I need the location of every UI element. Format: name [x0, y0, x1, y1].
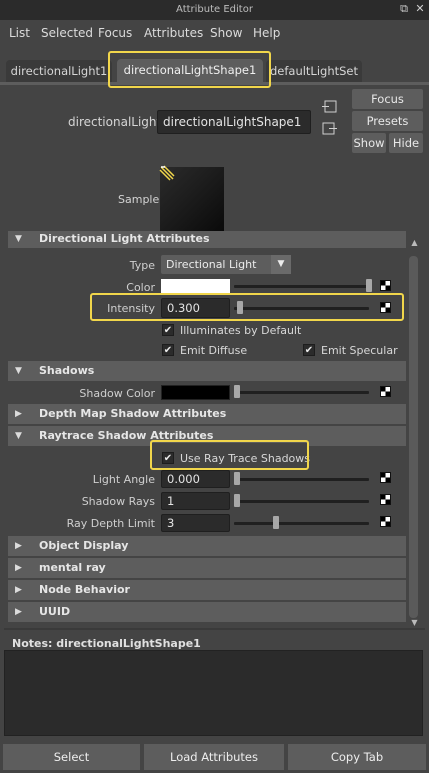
- menu-list[interactable]: List: [9, 26, 30, 40]
- collapsed-arrow-icon: ▶: [15, 563, 22, 573]
- menu-selected[interactable]: Selected: [41, 26, 93, 40]
- section-object-display[interactable]: ▶ Object Display: [8, 536, 406, 556]
- ray-depth-label: Ray Depth Limit: [66, 517, 155, 530]
- copy-tab-button[interactable]: Copy Tab: [288, 744, 426, 770]
- node-name-field[interactable]: directionalLightShape1: [157, 110, 311, 134]
- node-name-label: directionalLight:: [68, 115, 166, 129]
- map-button-color-icon[interactable]: [380, 280, 391, 291]
- collapsed-arrow-icon: ▶: [15, 541, 22, 551]
- emit-specular-label: Emit Specular: [321, 344, 398, 357]
- light-angle-slider-track[interactable]: [234, 478, 369, 481]
- tab-directionalLightShape1[interactable]: directionalLightShape1: [117, 59, 263, 82]
- type-dropdown-value: Directional Light: [166, 258, 257, 271]
- shadow-rays-field[interactable]: 1: [161, 492, 230, 510]
- title-bar: Attribute Editor ⧉ ✕: [0, 0, 429, 20]
- shadow-rays-label: Shadow Rays: [81, 495, 155, 508]
- collapsed-arrow-icon: ▶: [15, 607, 22, 617]
- section-uuid[interactable]: ▶ UUID: [8, 602, 406, 622]
- color-swatch[interactable]: [161, 279, 230, 294]
- float-icon[interactable]: ⧉: [398, 3, 410, 15]
- shadow-rays-slider-track[interactable]: [234, 500, 369, 503]
- section-directional-light[interactable]: ▼ Directional Light Attributes: [8, 231, 406, 248]
- light-angle-field[interactable]: 0.000: [161, 470, 230, 488]
- shadow-color-label: Shadow Color: [79, 387, 155, 400]
- intensity-field[interactable]: 0.300: [161, 298, 230, 318]
- notes-divider[interactable]: [4, 628, 425, 630]
- section-depth-map[interactable]: ▶ Depth Map Shadow Attributes: [8, 404, 406, 424]
- map-button-shadow-rays-icon[interactable]: [380, 494, 391, 505]
- scrollbar-thumb[interactable]: [409, 256, 418, 618]
- light-icon: [159, 165, 175, 181]
- tab-directionalLight1[interactable]: directionalLight1: [6, 60, 112, 82]
- collapsed-arrow-icon: ▶: [15, 585, 22, 595]
- sample-label: Sample: [118, 193, 160, 206]
- show-button[interactable]: Show: [352, 133, 386, 153]
- intensity-slider-track[interactable]: [234, 307, 369, 310]
- color-label: Color: [126, 281, 155, 294]
- presets-button[interactable]: Presets: [352, 111, 423, 131]
- menu-attributes[interactable]: Attributes: [144, 26, 203, 40]
- shadow-color-slider-track[interactable]: [234, 391, 369, 394]
- type-dropdown[interactable]: Directional Light ▼: [161, 255, 291, 274]
- notes-label: Notes: directionalLightShape1: [12, 637, 201, 650]
- illuminates-label: Illuminates by Default: [180, 324, 302, 337]
- chevron-down-icon: ▼: [271, 255, 291, 274]
- menu-bar: List Selected Focus Attributes Show Help: [0, 21, 429, 43]
- menu-show[interactable]: Show: [210, 26, 242, 40]
- hide-button[interactable]: Hide: [389, 133, 423, 153]
- ray-depth-slider-handle[interactable]: [273, 516, 279, 529]
- scroll-down-icon[interactable]: ▼: [410, 618, 419, 628]
- select-button[interactable]: Select: [3, 744, 140, 770]
- close-icon[interactable]: ✕: [414, 3, 426, 15]
- expanded-arrow-icon: ▼: [15, 234, 22, 244]
- map-button-intensity-icon[interactable]: [380, 302, 391, 313]
- section-mental-ray[interactable]: ▶ mental ray: [8, 558, 406, 578]
- window-title: Attribute Editor: [176, 4, 253, 15]
- color-slider-track[interactable]: [234, 285, 369, 288]
- focus-button[interactable]: Focus: [352, 89, 423, 109]
- map-button-ray-depth-icon[interactable]: [380, 516, 391, 527]
- type-label: Type: [129, 259, 155, 272]
- map-button-light-angle-icon[interactable]: [380, 472, 391, 483]
- light-angle-label: Light Angle: [92, 473, 155, 486]
- intensity-label: Intensity: [107, 302, 155, 315]
- intensity-slider-handle[interactable]: [237, 301, 243, 314]
- ray-depth-field[interactable]: 3: [161, 514, 230, 532]
- emit-diffuse-label: Emit Diffuse: [180, 344, 248, 357]
- ray-depth-slider-track[interactable]: [234, 522, 369, 525]
- input-connection-icon[interactable]: [322, 100, 338, 114]
- expanded-arrow-icon: ▼: [15, 431, 22, 441]
- menu-focus[interactable]: Focus: [98, 26, 132, 40]
- collapsed-arrow-icon: ▶: [15, 409, 22, 419]
- use-ray-trace-label: Use Ray Trace Shadows: [180, 452, 311, 465]
- tab-defaultLightSet[interactable]: defaultLightSet: [266, 60, 362, 82]
- color-slider-handle[interactable]: [366, 279, 372, 292]
- shadow-color-slider-handle[interactable]: [234, 385, 240, 398]
- scroll-up-icon[interactable]: ▲: [410, 238, 419, 248]
- notes-textarea[interactable]: [4, 650, 423, 736]
- emit-specular-checkbox[interactable]: ✔: [303, 344, 315, 356]
- section-node-behavior[interactable]: ▶ Node Behavior: [8, 580, 406, 600]
- section-shadows[interactable]: ▼ Shadows: [8, 361, 406, 381]
- output-connection-icon[interactable]: [322, 122, 338, 136]
- node-tabs: directionalLight1 directionalLightShape1…: [0, 56, 429, 82]
- use-ray-trace-checkbox[interactable]: ✔: [162, 452, 174, 464]
- map-button-shadow-color-icon[interactable]: [380, 386, 391, 397]
- expanded-arrow-icon: ▼: [15, 366, 22, 376]
- illuminates-checkbox[interactable]: ✔: [162, 324, 174, 336]
- emit-diffuse-checkbox[interactable]: ✔: [162, 344, 174, 356]
- light-angle-slider-handle[interactable]: [234, 472, 240, 485]
- tab-underline: [0, 82, 429, 85]
- menu-help[interactable]: Help: [253, 26, 280, 40]
- shadow-color-swatch[interactable]: [161, 385, 230, 400]
- load-attributes-button[interactable]: Load Attributes: [144, 744, 284, 770]
- shadow-rays-slider-handle[interactable]: [234, 494, 240, 507]
